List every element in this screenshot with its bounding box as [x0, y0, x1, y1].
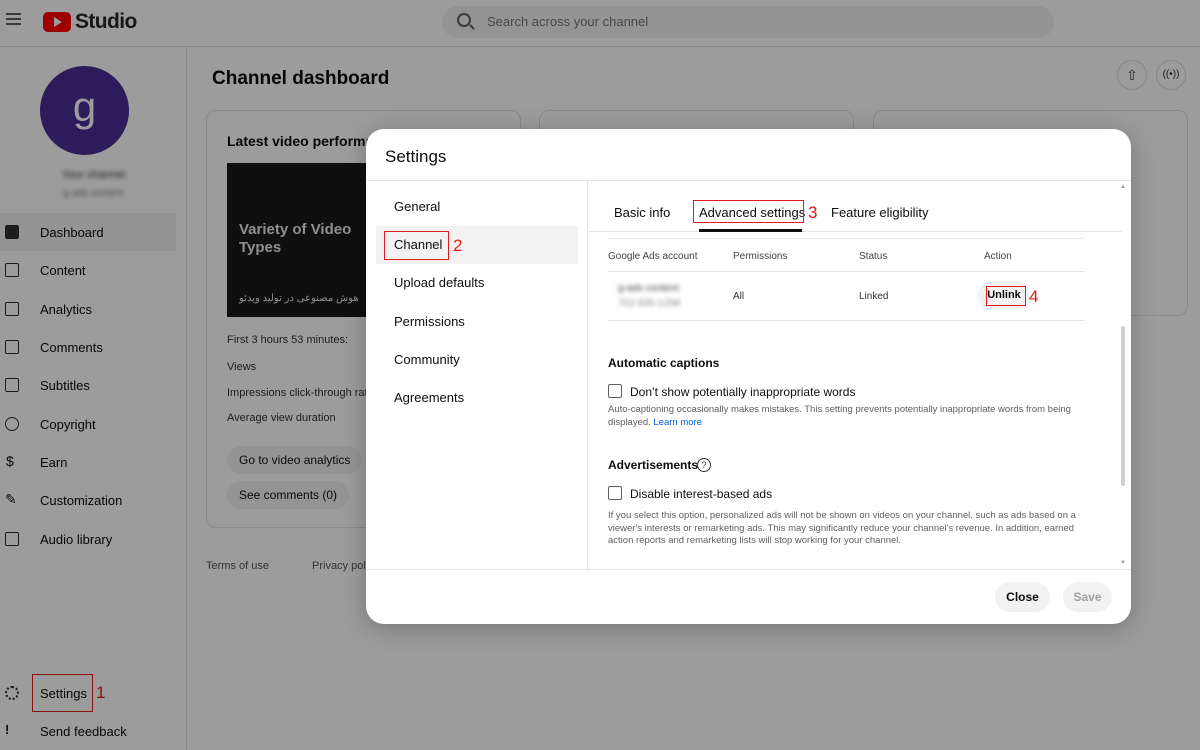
- menu-item-permissions[interactable]: Permissions: [376, 303, 578, 341]
- column-header-account: Google Ads account: [608, 251, 698, 262]
- learn-more-link[interactable]: Learn more: [653, 417, 702, 428]
- annotation-number: 2: [453, 236, 463, 255]
- ads-account-id: 702-935-1298: [618, 298, 681, 309]
- tab-bar: Basic info Advanced settings Feature eli…: [589, 181, 1122, 232]
- settings-content: Basic info Advanced settings Feature eli…: [589, 181, 1131, 569]
- menu-item-community[interactable]: Community: [376, 341, 578, 379]
- menu-item-label: General: [394, 199, 441, 214]
- tab-basic-info[interactable]: Basic info: [614, 205, 670, 220]
- menu-item-upload-defaults[interactable]: Upload defaults: [376, 264, 578, 302]
- menu-item-label: Upload defaults: [394, 275, 485, 290]
- active-tab-indicator: [699, 229, 802, 232]
- tab-feature-eligibility[interactable]: Feature eligibility: [831, 205, 929, 220]
- column-header-status: Status: [859, 251, 888, 262]
- close-button[interactable]: Close: [995, 582, 1050, 612]
- ads-description: If you select this option, personalized …: [608, 510, 1076, 546]
- annotation-box-channel: [384, 231, 449, 260]
- annotation-box-unlink: [986, 286, 1026, 306]
- menu-item-label: Agreements: [394, 390, 465, 405]
- checkbox-label: Disable interest-based ads: [630, 487, 773, 501]
- scroll-up-arrow[interactable]: ▲: [1120, 184, 1126, 190]
- column-header-permissions: Permissions: [733, 251, 788, 262]
- scroll-down-arrow[interactable]: ▼: [1120, 560, 1126, 566]
- menu-item-agreements[interactable]: Agreements: [376, 379, 578, 417]
- annotation-box-advanced-settings: [693, 200, 804, 223]
- permissions-value: All: [733, 291, 745, 302]
- divider: [366, 569, 1131, 570]
- annotation-number: 4: [1029, 287, 1039, 306]
- scrollbar-thumb[interactable]: [1121, 326, 1125, 486]
- section-title-captions: Automatic captions: [608, 356, 720, 370]
- column-header-action: Action: [984, 251, 1012, 262]
- table-top-divider: [608, 238, 1084, 239]
- annotation-number: 3: [808, 203, 818, 222]
- dialog-title: Settings: [385, 147, 447, 166]
- menu-item-label: Permissions: [394, 314, 465, 329]
- table-row-divider: [608, 320, 1084, 321]
- inappropriate-words-checkbox[interactable]: [608, 384, 622, 398]
- menu-item-general[interactable]: General: [376, 188, 578, 226]
- section-title-ads: Advertisements: [608, 458, 699, 472]
- captions-description: Auto-captioning occasionally makes mista…: [608, 404, 1088, 429]
- status-value: Linked: [859, 291, 889, 302]
- checkbox-label: Don’t show potentially inappropriate wor…: [630, 385, 856, 399]
- interest-based-ads-checkbox[interactable]: [608, 486, 622, 500]
- menu-item-label: Community: [394, 352, 460, 367]
- table-header-divider: [608, 271, 1084, 272]
- help-icon[interactable]: ?: [697, 458, 711, 472]
- ads-account-name: g-ads content: [618, 283, 679, 294]
- settings-dialog: Settings General Channel Upload defaults…: [366, 129, 1131, 624]
- save-button[interactable]: Save: [1063, 582, 1112, 612]
